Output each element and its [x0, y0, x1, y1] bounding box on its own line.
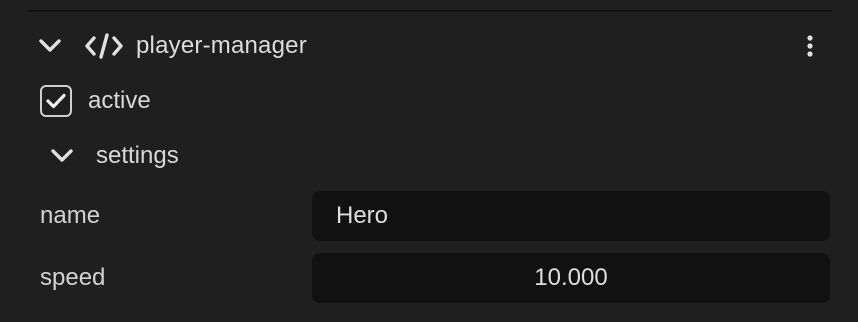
name-label: name	[40, 202, 101, 229]
component-title: player-manager	[136, 32, 307, 59]
name-field[interactable]: Hero	[312, 191, 830, 241]
settings-group-header[interactable]: settings	[48, 138, 179, 174]
speed-label: speed	[40, 264, 106, 291]
active-label: active	[88, 87, 151, 114]
chevron-down-icon[interactable]	[36, 32, 64, 60]
active-checkbox[interactable]	[40, 85, 72, 117]
chevron-down-icon[interactable]	[48, 142, 76, 170]
speed-property-row: speed 10.000	[40, 253, 832, 303]
settings-label: settings	[96, 142, 179, 169]
section-divider	[28, 10, 832, 12]
name-property-row: name Hero	[40, 191, 832, 241]
kebab-menu-icon[interactable]	[800, 32, 820, 60]
component-header: player-manager	[36, 26, 832, 66]
checkmark-icon	[46, 93, 66, 109]
active-toggle-row: active	[40, 82, 151, 120]
speed-field[interactable]: 10.000	[312, 253, 830, 303]
code-icon	[84, 32, 124, 60]
